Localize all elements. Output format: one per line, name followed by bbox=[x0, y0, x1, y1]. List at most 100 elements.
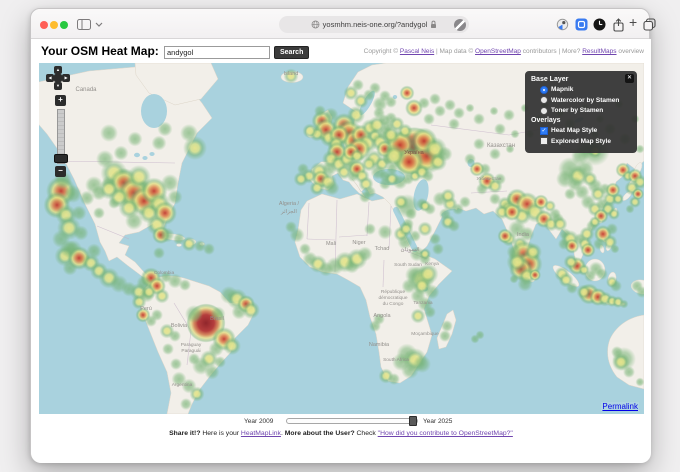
map-label: Algeria / bbox=[279, 201, 300, 207]
how-did-you-contribute-link[interactable]: "How did you contribute to OpenStreetMap… bbox=[378, 430, 513, 437]
pan-right-button[interactable]: ▶ bbox=[62, 74, 70, 82]
year-slider-handle[interactable] bbox=[409, 416, 417, 426]
heat-point bbox=[357, 246, 373, 262]
layer-option-row: Explored Map Style bbox=[540, 137, 631, 145]
minimize-window-button[interactable] bbox=[50, 21, 58, 29]
heat-point bbox=[183, 136, 207, 160]
heat-point bbox=[524, 243, 542, 261]
pan-down-button[interactable]: ▼ bbox=[54, 82, 62, 90]
map-label: Tchad bbox=[375, 246, 390, 252]
heat-point bbox=[73, 225, 89, 241]
site-badge-icon[interactable] bbox=[454, 18, 466, 31]
layer-option-label[interactable]: Mapnik bbox=[551, 86, 573, 93]
heat-point bbox=[576, 284, 592, 300]
browser-window: yosmhm.neis-one.org/?andygol + Your OSM … bbox=[30, 8, 656, 463]
heat-point bbox=[549, 208, 561, 220]
heat-point bbox=[151, 135, 167, 151]
year-slider-track[interactable] bbox=[286, 418, 418, 424]
url-bar[interactable]: yosmhm.neis-one.org/?andygol bbox=[279, 16, 469, 33]
heat-point bbox=[314, 105, 326, 117]
heat-point bbox=[379, 178, 391, 190]
heat-point bbox=[494, 123, 506, 135]
heat-point bbox=[473, 113, 485, 125]
map-label: Island bbox=[284, 71, 299, 77]
heat-point bbox=[125, 212, 143, 230]
zoom-in-button[interactable]: + bbox=[55, 95, 66, 106]
heat-point bbox=[423, 113, 435, 125]
layer-panel-close-button[interactable]: ✕ bbox=[625, 74, 634, 83]
sidebar-toggle-icon[interactable] bbox=[77, 19, 91, 30]
chevron-down-icon[interactable] bbox=[95, 22, 103, 27]
pascal-neis-link[interactable]: Pascal Neis bbox=[400, 48, 434, 55]
heat-point bbox=[388, 373, 400, 385]
heat-point bbox=[385, 112, 397, 124]
map-label: Namibia bbox=[369, 342, 390, 348]
pan-up-button[interactable]: ▲ bbox=[54, 66, 62, 74]
map-label: السودان bbox=[401, 247, 420, 253]
heat-point bbox=[448, 220, 460, 232]
tabs-overview-icon[interactable] bbox=[643, 18, 656, 31]
heat-point bbox=[441, 320, 453, 332]
heat-point bbox=[465, 103, 475, 113]
zoom-out-button[interactable]: − bbox=[55, 166, 66, 177]
openstreetmap-link[interactable]: OpenStreetMap bbox=[475, 48, 521, 55]
heat-point bbox=[459, 196, 471, 208]
clock-extension-icon[interactable] bbox=[593, 18, 606, 31]
heat-point bbox=[136, 275, 152, 291]
radio-button[interactable] bbox=[540, 96, 548, 104]
heat-point bbox=[476, 183, 488, 195]
privacy-shield-icon[interactable] bbox=[556, 18, 569, 31]
permalink-link[interactable]: Permalink bbox=[601, 402, 639, 411]
pan-left-button[interactable]: ◀ bbox=[46, 74, 54, 82]
layer-option-row: Heat Map Style bbox=[540, 126, 631, 135]
heat-point bbox=[347, 170, 359, 182]
year-end-label: Year 2025 bbox=[423, 418, 453, 425]
heat-point bbox=[324, 180, 340, 196]
resultmaps-link[interactable]: ResultMaps bbox=[582, 48, 616, 55]
page-content: Your OSM Heat Map: Search Copyright © Pa… bbox=[31, 39, 651, 463]
search-button[interactable]: Search bbox=[274, 46, 310, 59]
water-body bbox=[149, 152, 155, 156]
pan-center-button[interactable] bbox=[54, 74, 62, 82]
map-label: Argentina bbox=[172, 382, 193, 388]
close-window-button[interactable] bbox=[40, 21, 48, 29]
layer-option-label[interactable]: Explored Map Style bbox=[551, 138, 611, 145]
heat-point bbox=[489, 148, 501, 160]
share-icon[interactable] bbox=[612, 18, 625, 32]
heat-point bbox=[179, 279, 191, 291]
heat-point bbox=[180, 398, 192, 410]
new-tab-icon[interactable]: + bbox=[629, 14, 637, 30]
heat-point bbox=[397, 123, 413, 139]
layer-option-row: Toner by Stamen bbox=[540, 106, 631, 115]
heat-point bbox=[444, 99, 456, 111]
checkbox[interactable] bbox=[540, 126, 548, 135]
heatmap-link[interactable]: HeatMapLink bbox=[241, 430, 281, 437]
heat-point bbox=[611, 346, 623, 358]
heat-point bbox=[619, 299, 629, 309]
zoom-slider-handle[interactable] bbox=[54, 154, 68, 163]
heat-point bbox=[167, 189, 183, 205]
map-label: Tanzania bbox=[413, 300, 433, 306]
username-input[interactable] bbox=[164, 46, 270, 59]
browser-toolbar: yosmhm.neis-one.org/?andygol + bbox=[31, 9, 656, 39]
radio-button[interactable] bbox=[540, 85, 548, 94]
checkbox[interactable] bbox=[540, 137, 548, 145]
layer-option-label[interactable]: Watercolor by Stamen bbox=[551, 97, 619, 104]
layer-option-row: Mapnik bbox=[540, 85, 631, 94]
heat-point bbox=[154, 288, 170, 304]
extension-blue-icon[interactable] bbox=[575, 18, 588, 31]
radio-button[interactable] bbox=[540, 106, 548, 115]
zoom-window-button[interactable] bbox=[60, 21, 68, 29]
map-label: Bolivia bbox=[171, 323, 188, 329]
heat-point bbox=[623, 366, 635, 378]
layer-option-label[interactable]: Heat Map Style bbox=[551, 127, 597, 134]
layer-option-label[interactable]: Toner by Stamen bbox=[551, 107, 603, 114]
map-label: Brasil bbox=[210, 316, 224, 322]
heat-point bbox=[170, 358, 182, 370]
map-canvas[interactable]: Canada Island Україна Казахстан Узбекистан Al… bbox=[39, 63, 644, 414]
copyright-line: Copyright © Pascal Neis | Map data © Ope… bbox=[363, 48, 644, 55]
heat-point bbox=[302, 123, 318, 139]
year-start-label: Year 2009 bbox=[244, 418, 274, 425]
heat-point bbox=[393, 194, 409, 210]
heat-point bbox=[419, 200, 431, 212]
